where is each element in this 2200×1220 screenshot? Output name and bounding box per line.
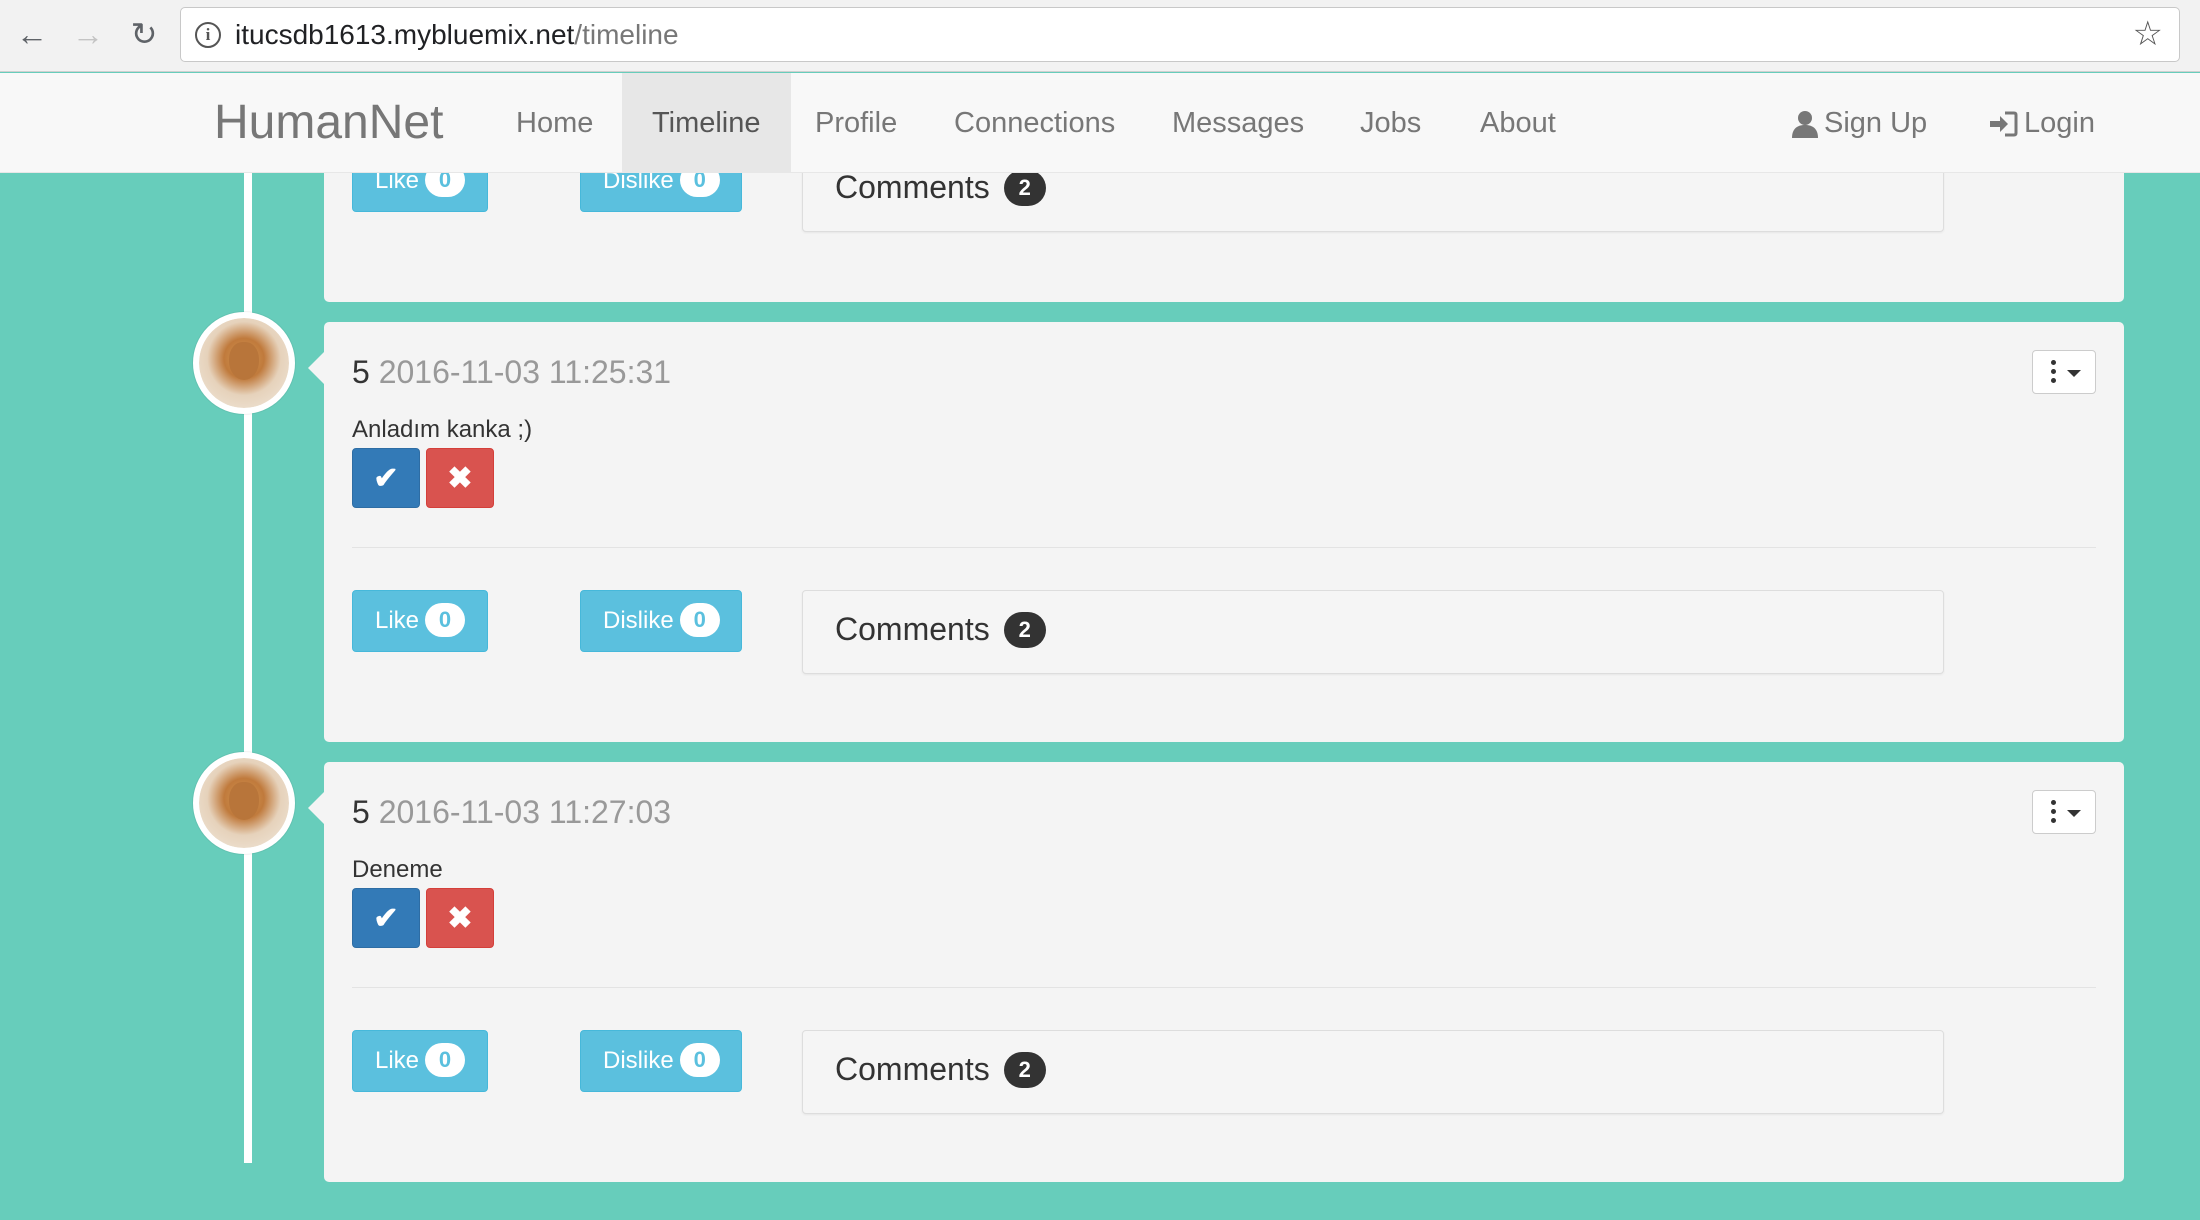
back-arrow-icon[interactable]: ← — [12, 14, 52, 54]
reject-button[interactable]: ✖ — [426, 888, 494, 948]
like-count-badge: 0 — [425, 603, 466, 637]
kebab-icon — [2051, 360, 2056, 384]
post-options-dropdown[interactable] — [2032, 350, 2096, 394]
close-icon: ✖ — [447, 462, 473, 495]
avatar[interactable] — [193, 312, 295, 414]
url-text[interactable]: itucsdb1613.mybluemix.net/timeline — [235, 19, 679, 51]
comments-title[interactable]: Comments 2 — [835, 611, 1046, 648]
divider — [352, 547, 2096, 548]
post-user: 5 — [352, 354, 370, 390]
divider — [352, 987, 2096, 988]
comments-title[interactable]: Comments 2 — [835, 1051, 1046, 1088]
like-button[interactable]: Like 0 — [352, 590, 488, 652]
comments-count-badge: 2 — [1003, 170, 1046, 206]
avatar-photo — [199, 758, 289, 848]
brand-logo[interactable]: HumanNet — [214, 95, 443, 150]
bookmark-star-icon[interactable]: ☆ — [2133, 15, 2163, 53]
reject-button[interactable]: ✖ — [426, 448, 494, 508]
reload-icon[interactable]: ↻ — [124, 14, 164, 54]
card-pointer — [308, 792, 324, 824]
nav-timeline[interactable]: Timeline — [622, 73, 791, 173]
approve-button[interactable]: ✔ — [352, 888, 420, 948]
post-options-dropdown[interactable] — [2032, 790, 2096, 834]
nav-profile[interactable]: Profile — [785, 73, 927, 173]
dislike-count-badge: 0 — [679, 603, 720, 637]
nav-login[interactable]: Login — [1958, 73, 2125, 173]
nav-messages[interactable]: Messages — [1142, 73, 1334, 173]
dislike-button[interactable]: Dislike 0 — [580, 1030, 742, 1092]
post-timestamp: 2016-11-03 11:25:31 — [378, 354, 672, 390]
avatar[interactable] — [193, 752, 295, 854]
post-header: 5 2016-11-03 11:27:03 — [352, 794, 671, 831]
site-navbar: HumanNet Home Timeline Profile Connectio… — [0, 73, 2200, 173]
dislike-count-badge: 0 — [679, 1043, 720, 1077]
check-icon: ✔ — [373, 462, 399, 495]
comments-label: Comments — [835, 169, 990, 205]
comments-count-badge: 2 — [1003, 612, 1046, 648]
check-icon: ✔ — [373, 902, 399, 935]
comments-panel[interactable]: Comments 2 — [802, 590, 1944, 674]
like-button[interactable]: Like 0 — [352, 1030, 488, 1092]
nav-about[interactable]: About — [1450, 73, 1586, 173]
dislike-label: Dislike — [603, 607, 674, 634]
comments-label: Comments — [835, 1051, 990, 1087]
caret-down-icon — [2067, 370, 2081, 377]
post-header: 5 2016-11-03 11:25:31 — [352, 354, 671, 391]
like-label: Like — [375, 1047, 420, 1074]
card-pointer — [308, 352, 324, 384]
close-icon: ✖ — [447, 902, 473, 935]
post-timestamp: 2016-11-03 11:27:03 — [378, 794, 672, 830]
login-icon — [1990, 111, 2018, 137]
post-text: Deneme — [352, 856, 443, 883]
user-icon — [1792, 111, 1818, 139]
url-host: itucsdb1613.mybluemix.net — [235, 19, 575, 50]
nav-sign-up[interactable]: Sign Up — [1762, 73, 1957, 173]
post-user: 5 — [352, 794, 370, 830]
dislike-button[interactable]: Dislike 0 — [580, 590, 742, 652]
comments-panel[interactable]: Comments 2 — [802, 1030, 1944, 1114]
post-card: 5 2016-11-03 11:27:03 Deneme ✔ ✖ Like 0 D… — [308, 762, 2124, 1182]
comments-count-badge: 2 — [1003, 1052, 1046, 1088]
dislike-label: Dislike — [603, 1047, 674, 1074]
browser-toolbar: ← → ↻ i itucsdb1613.mybluemix.net/timeli… — [0, 0, 2200, 72]
forward-arrow-icon[interactable]: → — [68, 14, 108, 54]
approve-button[interactable]: ✔ — [352, 448, 420, 508]
comments-title[interactable]: Comments 2 — [835, 169, 1046, 206]
login-label: Login — [2024, 107, 2095, 139]
nav-connections[interactable]: Connections — [924, 73, 1145, 173]
kebab-icon — [2051, 800, 2056, 824]
url-path: /timeline — [574, 19, 679, 50]
avatar-photo — [199, 318, 289, 408]
address-bar[interactable]: i itucsdb1613.mybluemix.net/timeline ☆ — [180, 7, 2180, 62]
sign-up-label: Sign Up — [1824, 107, 1928, 139]
nav-jobs[interactable]: Jobs — [1330, 73, 1451, 173]
caret-down-icon — [2067, 810, 2081, 817]
site-info-icon[interactable]: i — [195, 22, 221, 48]
post-card: 5 2016-11-03 11:25:31 Anladım kanka ;) ✔… — [308, 322, 2124, 742]
comments-label: Comments — [835, 611, 990, 647]
like-count-badge: 0 — [425, 1043, 466, 1077]
like-label: Like — [375, 607, 420, 634]
nav-home[interactable]: Home — [486, 73, 623, 173]
post-text: Anladım kanka ;) — [352, 416, 533, 443]
